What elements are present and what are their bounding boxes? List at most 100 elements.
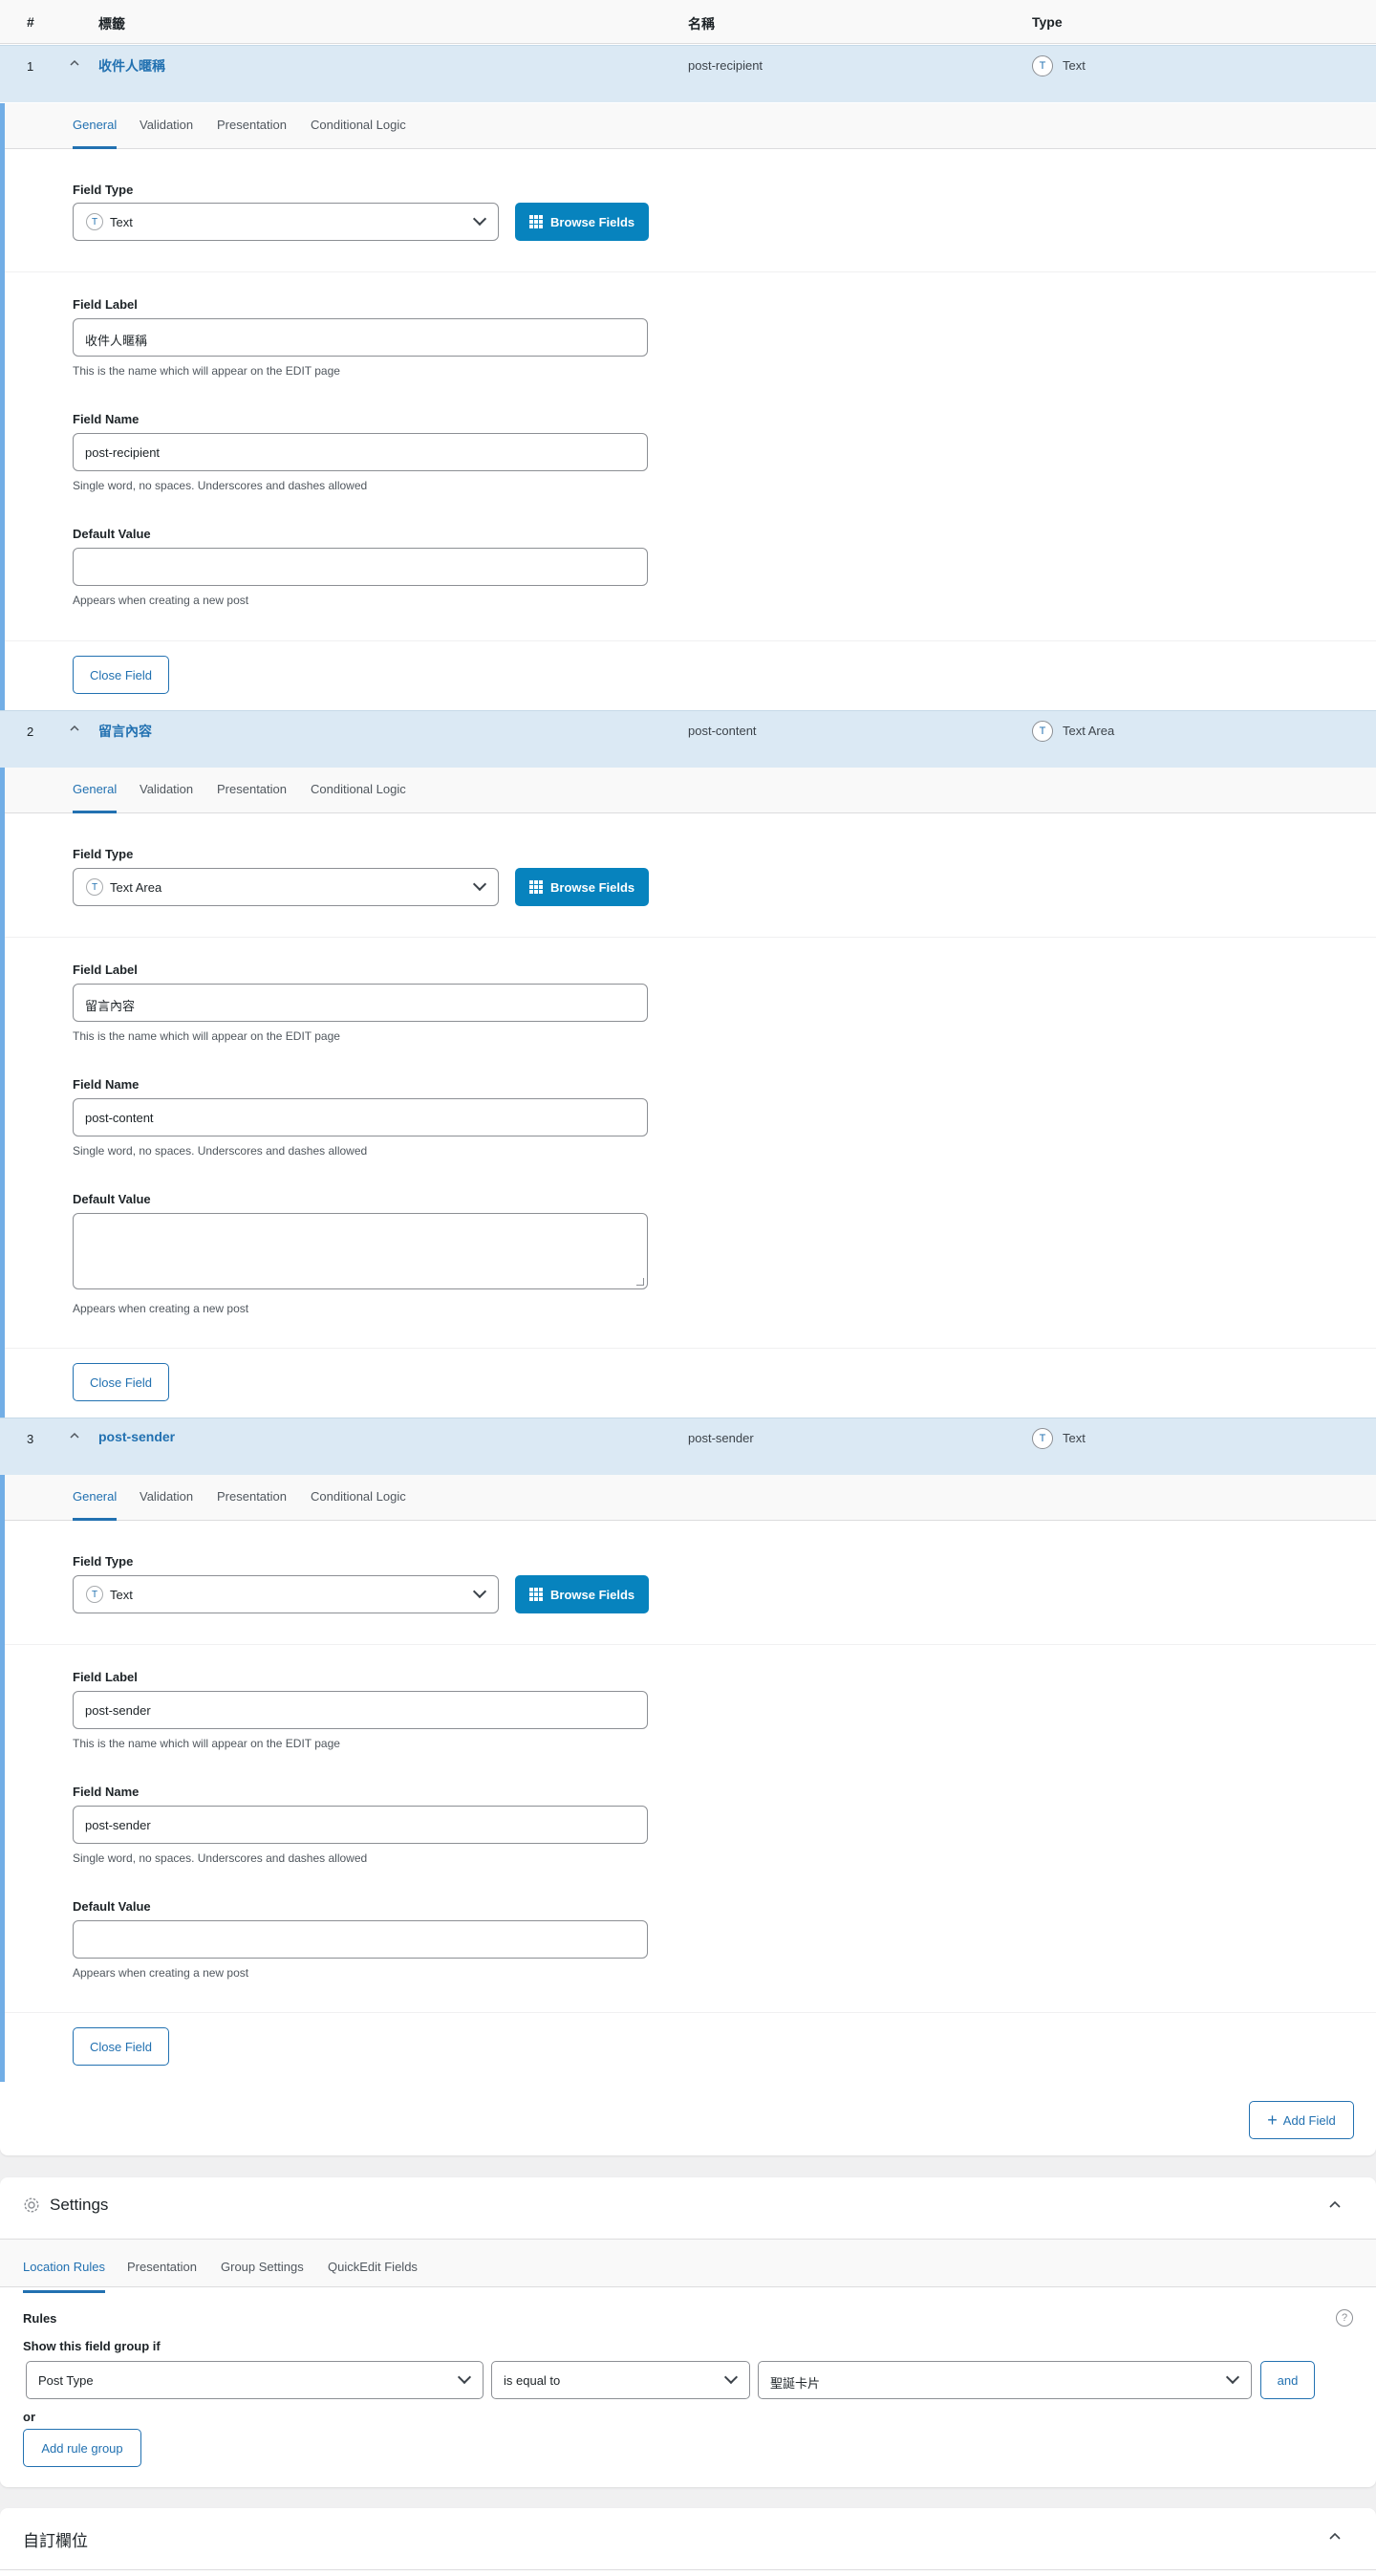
field-type-select[interactable]: T Text bbox=[73, 1575, 499, 1613]
chevron-up-icon[interactable] bbox=[69, 1430, 80, 1441]
field-row-name: post-content bbox=[688, 724, 757, 738]
close-field-button[interactable]: Close Field bbox=[73, 1363, 169, 1401]
field-row-label[interactable]: 收件人暱稱 bbox=[98, 56, 165, 76]
rule-operator-select[interactable]: is equal to bbox=[491, 2361, 750, 2399]
chevron-up-icon[interactable] bbox=[69, 57, 80, 69]
tab-group-settings[interactable]: Group Settings bbox=[221, 2260, 304, 2274]
field-name-help: Single word, no spaces. Underscores and … bbox=[73, 1851, 368, 1865]
field-row[interactable]: 2 留言內容 post-content T Text Area bbox=[0, 710, 1376, 768]
tab-presentation[interactable]: Presentation bbox=[127, 2260, 197, 2274]
chevron-up-icon[interactable] bbox=[1328, 2530, 1342, 2546]
divider bbox=[5, 2012, 1376, 2013]
tab-general[interactable]: General bbox=[73, 118, 118, 149]
chevron-down-icon bbox=[472, 877, 487, 892]
tab-presentation[interactable]: Presentation bbox=[217, 1489, 287, 1504]
field-label-help: This is the name which will appear on th… bbox=[73, 364, 340, 378]
text-icon: T bbox=[1032, 55, 1053, 76]
rule-param-value: Post Type bbox=[38, 2373, 94, 2388]
tab-validation[interactable]: Validation bbox=[140, 1489, 193, 1504]
field-type-select[interactable]: T Text Area bbox=[73, 868, 499, 906]
settings-title: Settings bbox=[50, 2196, 109, 2214]
chevron-down-icon bbox=[723, 2370, 739, 2385]
browse-fields-button[interactable]: Browse Fields bbox=[515, 1575, 649, 1613]
field-row-label[interactable]: 留言內容 bbox=[98, 722, 152, 741]
field-label-input[interactable]: 留言內容 bbox=[73, 984, 648, 1022]
field-label-label: Field Label bbox=[73, 1670, 138, 1684]
browse-fields-label: Browse Fields bbox=[550, 215, 635, 229]
divider bbox=[5, 937, 1376, 938]
browse-fields-button[interactable]: Browse Fields bbox=[515, 203, 649, 241]
tab-conditional-logic[interactable]: Conditional Logic bbox=[311, 1489, 406, 1504]
browse-fields-label: Browse Fields bbox=[550, 880, 635, 895]
tab-location-rules[interactable]: Location Rules bbox=[23, 2260, 105, 2293]
divider bbox=[5, 640, 1376, 641]
grid-icon bbox=[529, 215, 543, 228]
field-row[interactable]: 1 收件人暱稱 post-recipient T Text bbox=[0, 45, 1376, 102]
field-type-value: Text bbox=[110, 1588, 133, 1602]
textarea-icon: T bbox=[1032, 721, 1053, 742]
tab-conditional-logic[interactable]: Conditional Logic bbox=[311, 782, 406, 796]
and-button[interactable]: and bbox=[1260, 2361, 1315, 2399]
rule-value-value: 聖誕卡片 bbox=[770, 2376, 821, 2391]
tab-presentation[interactable]: Presentation bbox=[217, 782, 287, 796]
col-type-header: Type bbox=[1032, 14, 1063, 30]
col-label-header: 標籤 bbox=[98, 16, 125, 32]
tab-validation[interactable]: Validation bbox=[140, 782, 193, 796]
custom-fields-title: 自訂欄位 bbox=[23, 2532, 88, 2550]
tab-validation[interactable]: Validation bbox=[140, 118, 193, 132]
tab-general[interactable]: General bbox=[73, 782, 118, 813]
tab-quickedit-fields[interactable]: QuickEdit Fields bbox=[328, 2260, 418, 2274]
add-rule-group-button[interactable]: Add rule group bbox=[23, 2429, 141, 2467]
tab-presentation[interactable]: Presentation bbox=[217, 118, 287, 132]
grid-icon bbox=[529, 1588, 543, 1601]
default-value-label: Default Value bbox=[73, 1192, 151, 1206]
custom-fields-card: 自訂欄位 bbox=[0, 2508, 1376, 2576]
field-order-number: 2 bbox=[27, 725, 34, 739]
field-type-label: Field Type bbox=[73, 847, 134, 861]
field-name-label: Field Name bbox=[73, 412, 140, 426]
add-field-button[interactable]: + Add Field bbox=[1249, 2101, 1354, 2139]
divider bbox=[5, 1644, 1376, 1645]
default-value-input[interactable] bbox=[73, 1920, 648, 1959]
rule-param-select[interactable]: Post Type bbox=[26, 2361, 484, 2399]
field-name-help: Single word, no spaces. Underscores and … bbox=[73, 479, 368, 492]
col-num-header: # bbox=[27, 14, 34, 30]
field-type-select[interactable]: T Text bbox=[73, 203, 499, 241]
field-name-input[interactable]: post-recipient bbox=[73, 433, 648, 471]
divider bbox=[5, 271, 1376, 272]
field-label-input[interactable]: 收件人暱稱 bbox=[73, 318, 648, 357]
field-label-label: Field Label bbox=[73, 963, 138, 977]
tab-conditional-logic[interactable]: Conditional Logic bbox=[311, 118, 406, 132]
field-row-type: Text bbox=[1063, 58, 1086, 73]
chevron-up-icon[interactable] bbox=[1328, 2198, 1342, 2215]
fields-table-header: # 標籤 名稱 Type bbox=[0, 0, 1376, 44]
field-row-label[interactable]: post-sender bbox=[98, 1429, 175, 1444]
chevron-up-icon[interactable] bbox=[69, 723, 80, 734]
default-value-label: Default Value bbox=[73, 1899, 151, 1914]
plus-icon: + bbox=[1267, 2111, 1278, 2130]
default-value-label: Default Value bbox=[73, 527, 151, 541]
field-row-name: post-sender bbox=[688, 1431, 754, 1445]
field-row-type: Text bbox=[1063, 1431, 1086, 1445]
field-name-input[interactable]: post-sender bbox=[73, 1806, 648, 1844]
rule-value-select[interactable]: 聖誕卡片 bbox=[758, 2361, 1252, 2399]
field-row-name: post-recipient bbox=[688, 58, 763, 73]
text-icon: T bbox=[1032, 1428, 1053, 1449]
field-name-input[interactable]: post-content bbox=[73, 1098, 648, 1136]
rules-label: Rules bbox=[23, 2311, 57, 2326]
field-order-number: 1 bbox=[27, 59, 34, 74]
field-tabs: General Validation Presentation Conditio… bbox=[5, 768, 1376, 813]
close-field-button[interactable]: Close Field bbox=[73, 656, 169, 694]
default-value-input[interactable] bbox=[73, 548, 648, 586]
field-label-input[interactable]: post-sender bbox=[73, 1691, 648, 1729]
close-field-button[interactable]: Close Field bbox=[73, 2027, 169, 2066]
help-icon[interactable]: ? bbox=[1336, 2309, 1353, 2327]
resize-handle[interactable] bbox=[636, 1278, 644, 1286]
browse-fields-button[interactable]: Browse Fields bbox=[515, 868, 649, 906]
field-label-help: This is the name which will appear on th… bbox=[73, 1737, 340, 1750]
default-value-help: Appears when creating a new post bbox=[73, 1302, 249, 1315]
tab-general[interactable]: General bbox=[73, 1489, 118, 1521]
chevron-down-icon bbox=[472, 1584, 487, 1599]
field-row[interactable]: 3 post-sender post-sender T Text bbox=[0, 1418, 1376, 1475]
default-value-textarea[interactable] bbox=[73, 1213, 648, 1289]
